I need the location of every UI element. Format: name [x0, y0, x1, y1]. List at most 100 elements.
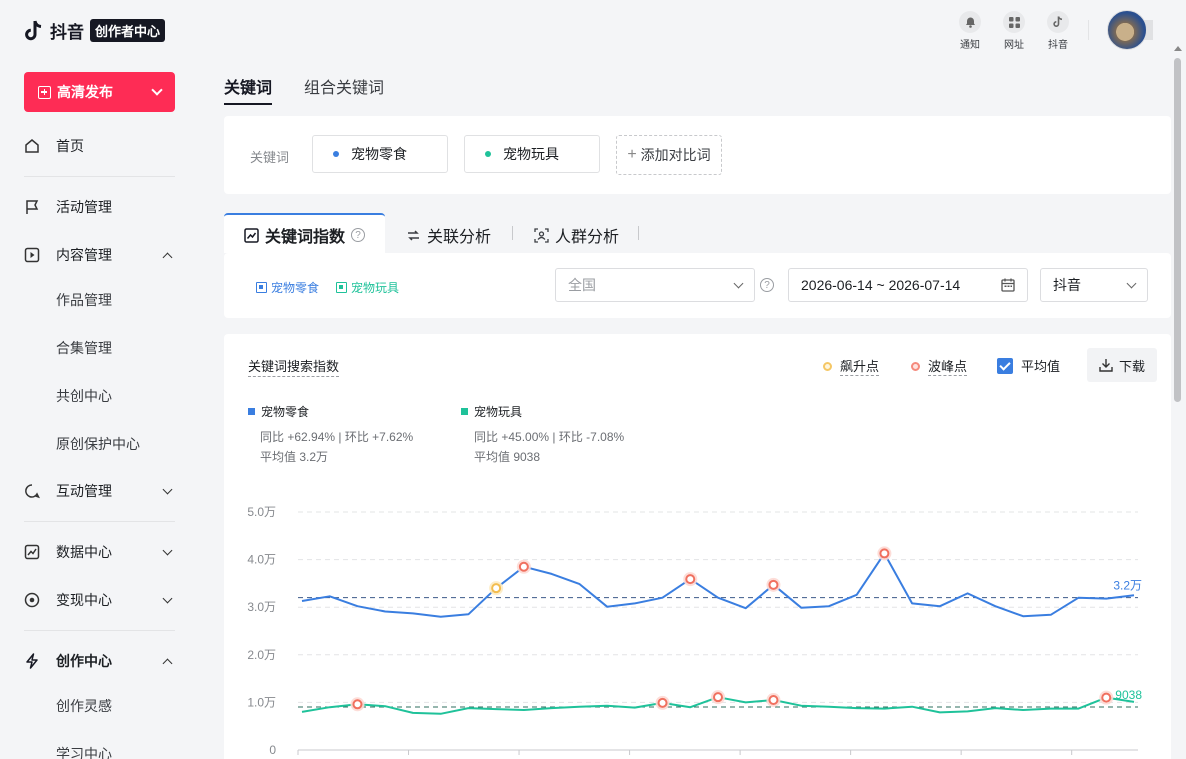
add-compare-label: 添加对比词: [640, 147, 711, 163]
series-info-2-name: 宠物玩具: [461, 403, 522, 420]
publish-button[interactable]: 高清发布: [24, 72, 175, 112]
peak-point: [657, 697, 668, 708]
avatar[interactable]: [1107, 10, 1147, 50]
nav-interaction[interactable]: 互动管理: [24, 479, 175, 503]
y-tick-label: 0: [269, 743, 276, 757]
site-button[interactable]: 网址: [999, 11, 1029, 51]
nav-home[interactable]: 首页: [24, 134, 175, 158]
rise-point-label: 飙升点: [840, 356, 880, 376]
download-icon: [1099, 359, 1113, 372]
nav-content-label: 内容管理: [56, 247, 112, 263]
series-2-name: 宠物玩具: [474, 405, 523, 419]
platform-select[interactable]: 抖音: [1040, 268, 1148, 302]
play-box-icon: [24, 247, 40, 263]
keyword-label: 关键词: [250, 150, 290, 165]
series-1-average: 平均值 3.2万: [260, 450, 329, 464]
date-range-picker[interactable]: 2026-06-14 ~ 2026-07-14: [788, 268, 1028, 302]
tab-keyword-index[interactable]: 关键词指数 ?: [244, 223, 366, 247]
brand-badge: 创作者中心: [90, 19, 166, 42]
y-tick-label: 2.0万: [247, 648, 276, 662]
help-icon[interactable]: ?: [351, 228, 366, 242]
nav-activity-label: 活动管理: [56, 199, 112, 215]
tab-combo-keyword[interactable]: 组合关键词: [304, 74, 384, 98]
nav-create-label: 创作中心: [56, 653, 112, 669]
y-tick-label: 5.0万: [247, 505, 276, 519]
peak-point: [768, 695, 779, 706]
nav-data[interactable]: 数据中心: [24, 540, 175, 564]
lightning-icon: [26, 653, 38, 669]
legend-keyword-1-label: 宠物零食: [271, 281, 320, 295]
chat-icon: [25, 484, 40, 499]
nav-works[interactable]: 作品管理: [56, 290, 112, 310]
average-toggle[interactable]: 平均值: [997, 356, 1060, 375]
series-2-average: 平均值 9038: [474, 450, 541, 464]
grid-icon: [1003, 11, 1025, 33]
legend-keyword-2[interactable]: 宠物玩具: [336, 279, 399, 296]
nav-monetize-label: 变现中心: [56, 592, 112, 608]
target-icon: [24, 592, 40, 608]
nav-interaction-label: 互动管理: [56, 483, 112, 499]
nav-collections[interactable]: 合集管理: [56, 338, 112, 358]
brand-name: 抖音: [50, 23, 84, 42]
nav-original-protect[interactable]: 原创保护中心: [56, 434, 140, 454]
link-icon: [408, 229, 419, 241]
keyword-chip[interactable]: 宠物玩具: [464, 135, 600, 173]
keyword-chip[interactable]: 宠物零食: [312, 135, 448, 173]
tab-keyword[interactable]: 关键词: [224, 74, 273, 105]
average-checkbox[interactable]: [997, 357, 1013, 374]
douyin-note-icon: [25, 20, 42, 40]
publish-label: 高清发布: [57, 84, 113, 100]
nav-activity[interactable]: 活动管理: [24, 195, 175, 219]
sidebar: 抖音 创作者中心 高清发布 首页 活动管理 内容管理 作品管理 合集管理 共创中…: [0, 0, 200, 759]
chart-title: 关键词搜索指数: [248, 356, 340, 377]
chevron-up-icon: [162, 658, 173, 668]
region-select[interactable]: 全国: [555, 268, 755, 302]
subtab-divider: [638, 226, 639, 240]
nav-monetize[interactable]: 变现中心: [24, 588, 175, 612]
home-icon: [25, 139, 39, 153]
peak-point: [518, 561, 529, 572]
nav-divider: [24, 176, 175, 177]
calendar-icon: [1001, 278, 1015, 292]
legend-square-icon: [336, 282, 347, 293]
tab-crowd-label: 人群分析: [555, 229, 620, 246]
help-icon[interactable]: ?: [760, 278, 774, 292]
nav-inspiration[interactable]: 创作灵感: [56, 696, 112, 716]
douyin-label: 抖音: [1048, 40, 1068, 51]
chevron-down-icon: [162, 545, 173, 555]
add-compare-keyword-button[interactable]: + 添加对比词: [616, 135, 722, 175]
peak-point-icon: [911, 361, 920, 371]
nav-create[interactable]: 创作中心: [24, 649, 175, 673]
nav-home-label: 首页: [56, 138, 84, 154]
douyin-logo[interactable]: 抖音 创作者中心: [24, 18, 166, 43]
notify-button[interactable]: 通知: [955, 11, 985, 51]
legend-keyword-2-label: 宠物玩具: [351, 281, 400, 295]
scrollbar[interactable]: [1174, 58, 1181, 402]
rise-point-toggle[interactable]: 飙升点: [823, 356, 880, 376]
scroll-up-arrow[interactable]: [1174, 46, 1182, 51]
keyword-dot: [333, 151, 339, 157]
tab-crowd-analysis[interactable]: 人群分析: [534, 223, 619, 247]
plus-icon: +: [627, 146, 637, 163]
download-button[interactable]: 下载: [1087, 348, 1157, 382]
douyin-button[interactable]: 抖音: [1043, 11, 1073, 51]
legend-square-icon: [256, 282, 267, 293]
y-tick-label: 3.0万: [247, 600, 276, 614]
rise-point-icon: [823, 361, 832, 371]
nav-learning[interactable]: 学习中心: [56, 744, 112, 759]
series-2-compare: 同比 +45.00% | 环比 -7.08%: [474, 430, 625, 444]
flag-icon: [26, 200, 39, 214]
keyword-chip-label: 宠物零食: [351, 146, 407, 162]
peak-point-label: 波峰点: [928, 356, 968, 376]
nav-cocreate[interactable]: 共创中心: [56, 386, 112, 406]
peak-point-toggle[interactable]: 波峰点: [911, 356, 968, 376]
series-1-name: 宠物零食: [261, 405, 310, 419]
tab-relation-analysis[interactable]: 关联分析: [406, 223, 491, 247]
notify-label: 通知: [960, 40, 980, 51]
legend-keyword-1[interactable]: 宠物零食: [256, 279, 319, 296]
keyword-dot: [485, 151, 491, 157]
nav-content[interactable]: 内容管理: [24, 243, 175, 267]
peak-point: [685, 574, 696, 585]
chevron-down-icon: [162, 593, 173, 603]
chevron-up-icon: [162, 252, 173, 262]
